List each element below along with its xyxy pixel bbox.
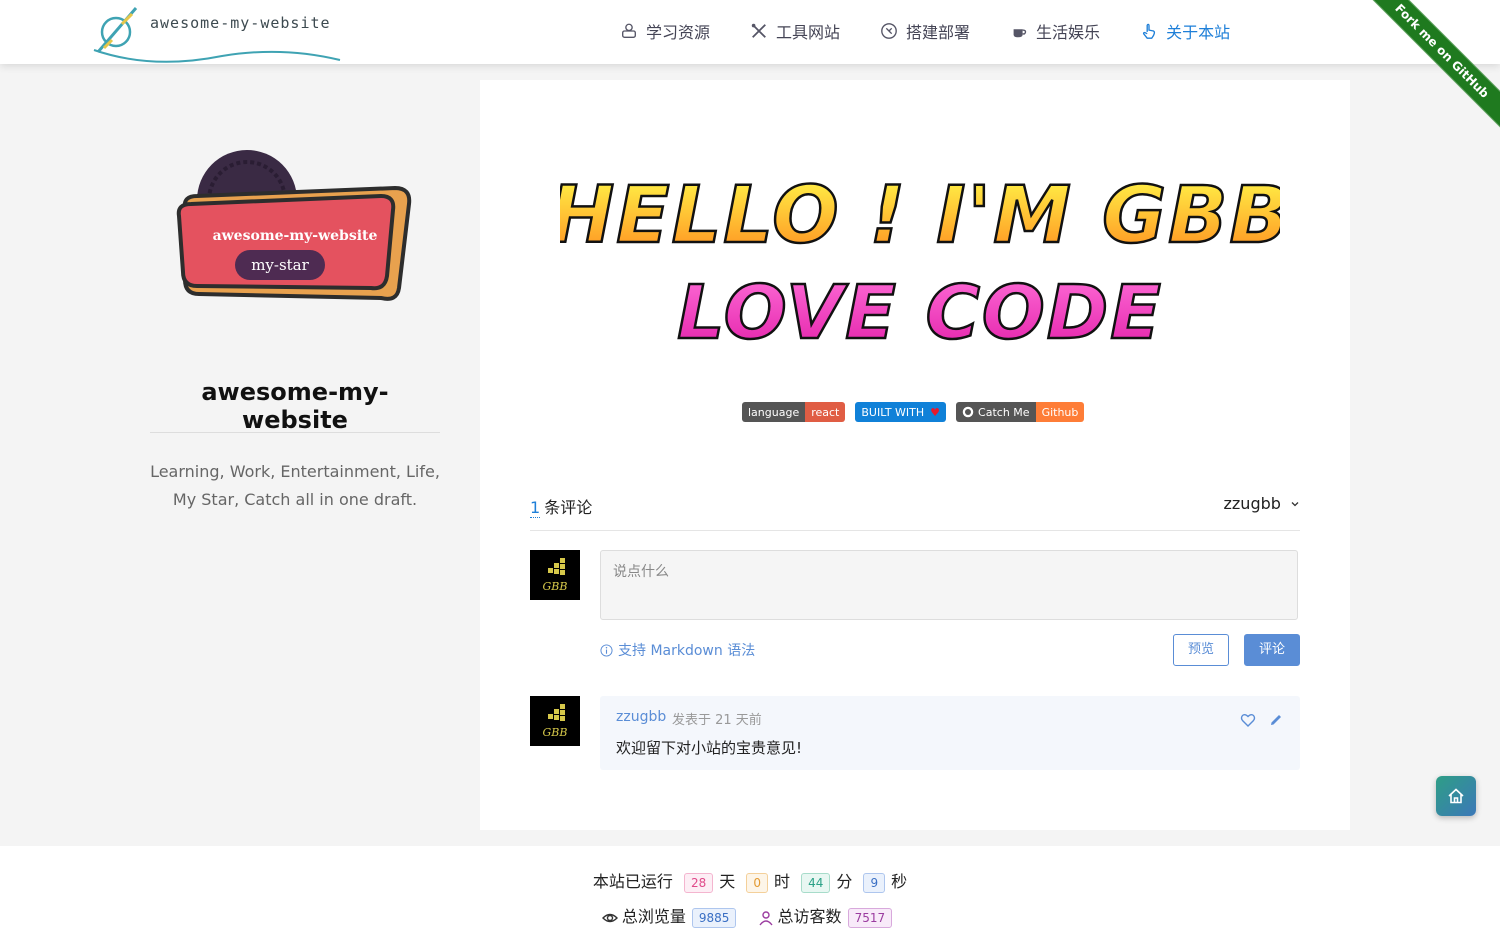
nav-item-learning[interactable]: 学习资源 [620, 18, 710, 44]
hours-value: 0 [746, 872, 768, 893]
chevron-down-icon [1291, 502, 1299, 507]
needle-thread-icon [93, 7, 341, 63]
comment-input-placeholder: 说点什么 [613, 564, 669, 580]
visitors-value: 7517 [847, 907, 893, 928]
hero-line-2: LOVE CODE [677, 270, 1163, 356]
nav-label: 关于本站 [1166, 23, 1231, 42]
shield-left-label: Catch Me [978, 405, 1030, 419]
home-button[interactable] [1436, 776, 1476, 816]
user-menu[interactable]: zzugbb [1224, 494, 1301, 513]
shield-github[interactable]: Catch Me Github [956, 402, 1085, 422]
nav-item-life[interactable]: 生活娱乐 [1010, 18, 1100, 44]
avatar-text: GBB [543, 726, 568, 739]
deploy-icon [881, 23, 897, 39]
views-value: 9885 [691, 907, 737, 928]
avatar: GBB [530, 550, 580, 600]
hero-graffiti-banner: HELLO ! I'M GBB LOVE CODE [560, 170, 1280, 358]
pointer-icon [1142, 23, 1156, 39]
comment-body: 欢迎留下对小站的宝贵意见! [616, 739, 803, 757]
heart-outline-icon[interactable] [1240, 712, 1256, 728]
days-value: 28 [683, 872, 714, 893]
github-ribbon-label[interactable]: Fork me on GitHub [1362, 0, 1500, 131]
comment-author[interactable]: zzugbb [616, 709, 666, 725]
top-header: awesome-my-website 学习资源 工具网站 搭建部署 生活娱乐 关… [0, 0, 1500, 64]
comment-count: 1 条评论 [530, 494, 592, 518]
site-badge-logo: awesome-my-website my-star [176, 150, 412, 301]
nav-item-deploy[interactable]: 搭建部署 [880, 18, 970, 44]
shield-left: BUILT WITH [855, 402, 931, 422]
nav-item-tools[interactable]: 工具网站 [750, 18, 840, 44]
shield-built-with[interactable]: BUILT WITH ♥ [855, 402, 947, 422]
views-label: 总浏览量 [621, 907, 686, 926]
nav-item-about[interactable]: 关于本站 [1140, 18, 1230, 44]
pencil-icon[interactable] [1268, 712, 1284, 728]
markdown-hint-label: 支持 Markdown 语法 [618, 643, 756, 659]
desc-line: Learning, Work, Entertainment, Life, [150, 462, 440, 481]
user-icon [758, 910, 773, 925]
shield-right: Github [1035, 402, 1085, 422]
github-ribbon[interactable]: Fork me on GitHub [1360, 0, 1500, 140]
minutes-value: 44 [801, 872, 831, 893]
github-icon [962, 406, 974, 418]
main-content: HELLO ! I'M GBB LOVE CODE language react… [480, 80, 1350, 830]
tools-icon [751, 23, 766, 38]
footer: 本站已运行 28 天 0时 44 分 9秒 总浏览量 9885 总访客数 7517 [0, 846, 1500, 936]
comment-avatar: GBB [530, 696, 580, 746]
badge-row: language react BUILT WITH ♥ Catch Me Git… [742, 402, 1094, 422]
preview-button[interactable]: 预览 [1173, 634, 1229, 666]
runtime-counter: 本站已运行 28 天 0时 44 分 9秒 [0, 868, 1500, 893]
comment-meta: 发表于 21 天前 [672, 713, 762, 728]
home-icon [1448, 788, 1464, 804]
seconds-unit: 秒 [891, 872, 908, 891]
learning-icon [622, 23, 636, 38]
user-name: zzugbb [1223, 494, 1281, 513]
runtime-prefix: 本站已运行 [592, 872, 673, 891]
avatar-text: GBB [543, 580, 568, 593]
nav-label: 搭建部署 [906, 23, 971, 42]
info-icon [600, 643, 613, 657]
coffee-icon [1013, 29, 1027, 38]
seconds-value: 9 [863, 872, 886, 893]
comment-input[interactable]: 说点什么 [600, 550, 1298, 620]
shield-right: react [805, 402, 846, 422]
divider [150, 432, 440, 433]
badge-title: awesome-my-website [213, 228, 378, 244]
desc-line: My Star, Catch all in one draft. [172, 490, 418, 509]
site-description: Learning, Work, Entertainment, Life, My … [150, 458, 440, 514]
site-name: awesome-my-website [201, 378, 389, 434]
avatar-image: GBB [543, 704, 568, 739]
site-logo[interactable]: awesome-my-website [92, 2, 342, 64]
shield-left: language [742, 402, 806, 422]
nav-label: 生活娱乐 [1036, 23, 1101, 42]
comments-header: 1 条评论 zzugbb [530, 492, 1300, 531]
minutes-unit: 分 [836, 872, 853, 891]
visitors-label: 总访客数 [777, 907, 842, 926]
shield-language[interactable]: language react [742, 402, 846, 422]
eye-icon [601, 913, 618, 922]
submit-comment-button[interactable]: 评论 [1244, 634, 1300, 666]
comment-count-number: 1 [530, 498, 541, 518]
main-nav: 学习资源 工具网站 搭建部署 生活娱乐 关于本站 [620, 18, 1270, 44]
hours-unit: 时 [773, 872, 790, 891]
markdown-hint[interactable]: 支持 Markdown 语法 [600, 640, 755, 660]
visit-stats: 总浏览量 9885 总访客数 7517 [0, 903, 1500, 928]
comment-count-label: 条评论 [544, 498, 593, 517]
badge-sub: my-star [251, 256, 309, 274]
comment-item: zzugbb 发表于 21 天前 欢迎留下对小站的宝贵意见! [600, 696, 1300, 770]
days-unit: 天 [719, 872, 736, 891]
logo-text: awesome-my-website [150, 14, 331, 32]
nav-label: 学习资源 [646, 23, 711, 42]
shield-left: Catch Me [956, 402, 1036, 422]
avatar-image: GBB [543, 558, 568, 593]
heart-icon: ♥ [930, 402, 947, 422]
nav-label: 工具网站 [776, 23, 841, 42]
hero-line-1: HELLO ! I'M GBB [560, 171, 1280, 261]
